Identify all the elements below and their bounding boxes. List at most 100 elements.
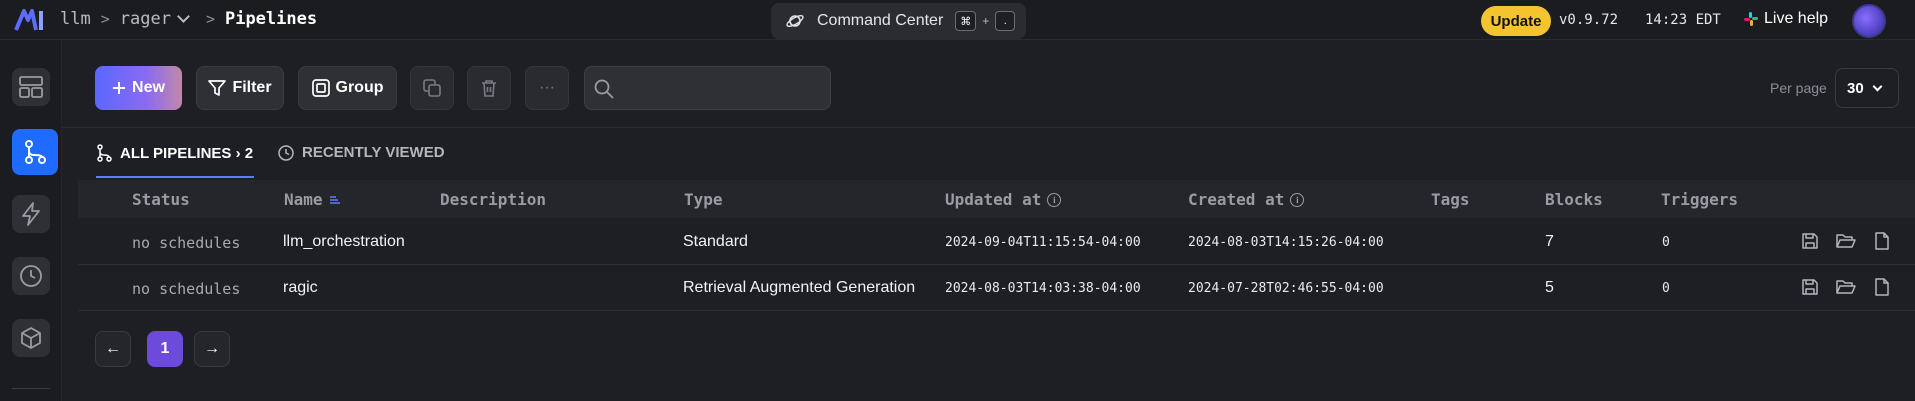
save-icon	[1802, 233, 1818, 249]
breadcrumb-workspace[interactable]: rager	[119, 9, 190, 29]
new-pipeline-button[interactable]: New	[95, 66, 182, 110]
version-label: v0.9.72	[1559, 12, 1619, 28]
clone-button[interactable]	[410, 66, 454, 110]
sidebar-item-runs[interactable]	[12, 257, 50, 295]
column-header-name[interactable]: Name	[284, 190, 341, 209]
new-label: New	[132, 79, 165, 96]
folder-open-icon	[1836, 280, 1856, 294]
table-row[interactable]: no schedules ragic Retrieval Augmented G…	[78, 265, 1915, 311]
triggers-cell: 0	[1662, 281, 1670, 296]
open-file-button[interactable]	[1872, 231, 1892, 251]
breadcrumb-workspace-label: rager	[119, 9, 171, 29]
save-icon	[1802, 279, 1818, 295]
sidebar-item-triggers[interactable]	[12, 195, 50, 233]
live-help-button[interactable]: Live help	[1744, 10, 1828, 28]
clock-icon	[278, 144, 294, 161]
chevron-down-icon	[177, 10, 190, 23]
active-tab-indicator	[96, 176, 254, 178]
save-template-button[interactable]	[1800, 277, 1820, 297]
filter-icon	[208, 80, 227, 96]
search-input[interactable]	[625, 67, 825, 109]
column-header-tags[interactable]: Tags	[1431, 190, 1470, 209]
top-bar: llm > rager > Pipelines Command Center ⌘…	[0, 0, 1915, 40]
name-cell[interactable]: llm_orchestration	[283, 233, 405, 251]
column-label: Updated at	[945, 190, 1042, 209]
per-page-label: Per page	[1770, 80, 1827, 96]
column-label: Tags	[1431, 190, 1470, 209]
sort-icon	[329, 195, 340, 204]
clock-icon	[20, 265, 42, 287]
breadcrumb-project[interactable]: llm	[60, 9, 91, 29]
column-header-type[interactable]: Type	[684, 190, 723, 209]
file-icon	[1875, 278, 1889, 296]
sidebar	[0, 40, 62, 401]
trash-icon	[482, 80, 496, 97]
pipeline-icon	[25, 140, 46, 164]
filter-button[interactable]: Filter	[196, 66, 284, 110]
page-1-button[interactable]: 1	[147, 331, 183, 367]
previous-page-button[interactable]: ←	[95, 331, 131, 367]
column-header-triggers[interactable]: Triggers	[1661, 190, 1738, 209]
column-label: Name	[284, 190, 323, 209]
updated-at-cell: 2024-09-04T11:15:54-04:00	[945, 235, 1141, 250]
file-icon	[1875, 232, 1889, 250]
filter-label: Filter	[232, 79, 272, 96]
folder-open-icon	[1836, 234, 1856, 248]
tab-recent-label: RECENTLY VIEWED	[302, 144, 445, 161]
blocks-cell: 7	[1545, 233, 1554, 250]
sidebar-item-blocks[interactable]	[12, 319, 50, 357]
plus-icon	[113, 82, 126, 94]
per-page-select[interactable]: 30	[1835, 68, 1899, 108]
mage-logo-icon[interactable]	[14, 8, 46, 32]
open-file-button[interactable]	[1872, 277, 1892, 297]
name-cell[interactable]: ragic	[283, 279, 318, 297]
table-row[interactable]: no schedules llm_orchestration Standard …	[78, 219, 1915, 265]
created-at-cell: 2024-08-03T14:15:26-04:00	[1188, 235, 1384, 250]
avatar[interactable]	[1852, 4, 1886, 38]
row-actions	[1800, 231, 1892, 251]
planet-icon	[786, 15, 804, 27]
group-icon	[311, 79, 330, 97]
column-label: Created at	[1188, 190, 1285, 209]
tab-all-pipelines[interactable]: ALL PIPELINES › 2	[96, 144, 253, 162]
per-page-value: 30	[1847, 79, 1864, 97]
created-at-cell: 2024-07-28T02:46:55-04:00	[1188, 281, 1384, 296]
breadcrumb-separator: >	[100, 10, 110, 28]
copy-icon	[423, 79, 441, 97]
group-label: Group	[335, 79, 384, 96]
status-cell: no schedules	[132, 280, 241, 298]
breadcrumb: llm > rager > Pipelines	[60, 9, 317, 29]
group-button[interactable]: Group	[298, 66, 397, 110]
open-folder-button[interactable]	[1836, 231, 1856, 251]
tab-all-label: ALL PIPELINES › 2	[120, 144, 254, 162]
column-header-description[interactable]: Description	[440, 190, 546, 209]
cmd-key: ⌘	[955, 11, 977, 31]
delete-button[interactable]	[467, 66, 511, 110]
column-header-created-at[interactable]: Created at i	[1188, 190, 1305, 209]
row-actions	[1800, 277, 1892, 297]
open-folder-button[interactable]	[1836, 277, 1856, 297]
triggers-cell: 0	[1662, 235, 1670, 250]
sidebar-divider	[12, 388, 50, 389]
sidebar-item-overview[interactable]	[12, 68, 50, 106]
tab-recently-viewed[interactable]: RECENTLY VIEWED	[278, 144, 445, 161]
search-box	[584, 66, 831, 110]
slack-icon	[1744, 12, 1758, 26]
column-header-blocks[interactable]: Blocks	[1545, 190, 1603, 209]
cube-icon	[21, 327, 41, 349]
column-label: Type	[684, 190, 723, 209]
sidebar-item-pipelines[interactable]	[12, 129, 58, 175]
save-template-button[interactable]	[1800, 231, 1820, 251]
page-title: Pipelines	[224, 9, 318, 29]
info-icon: i	[1047, 192, 1062, 207]
blocks-cell: 5	[1545, 279, 1554, 296]
column-header-updated-at[interactable]: Updated at i	[945, 190, 1062, 209]
next-page-button[interactable]: →	[194, 331, 230, 367]
command-center-button[interactable]: Command Center ⌘ + .	[771, 3, 1026, 39]
column-label: Description	[440, 190, 546, 209]
more-button[interactable]: ···	[525, 66, 569, 110]
column-header-status[interactable]: Status	[132, 190, 190, 209]
breadcrumb-separator: >	[205, 10, 215, 28]
table-header: Status Name Description Type Updated at i…	[78, 180, 1915, 218]
update-button[interactable]: Update	[1481, 6, 1551, 36]
